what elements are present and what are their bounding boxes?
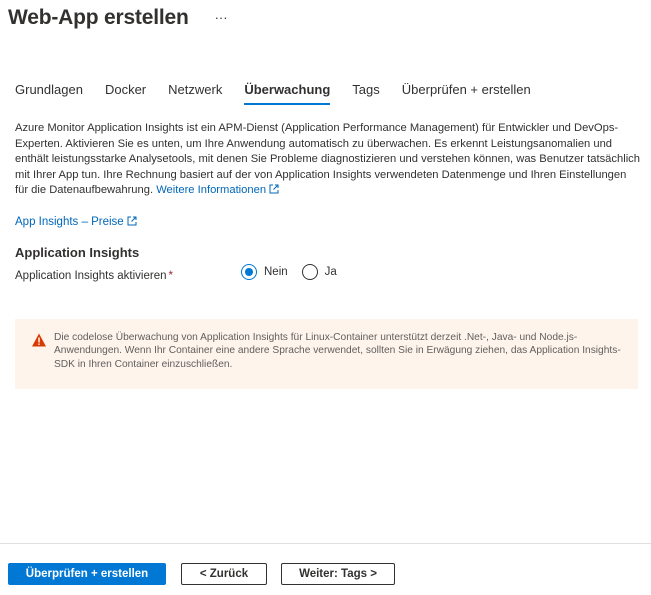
description: Azure Monitor Application Insights ist e… [15, 121, 640, 199]
app-insights-radio-group: Nein Ja [241, 264, 351, 280]
tab-docker[interactable]: Docker [105, 82, 146, 105]
tab-netzwerk[interactable]: Netzwerk [168, 82, 222, 105]
warning-icon [32, 333, 46, 347]
section-title: Application Insights [15, 245, 140, 260]
tab-ueberpruefen-erstellen[interactable]: Überprüfen + erstellen [402, 82, 531, 105]
field-label: Application Insights aktivieren * [15, 270, 173, 282]
required-indicator: * [168, 270, 173, 282]
header: Web-App erstellen ··· [8, 6, 232, 30]
radio-nein[interactable]: Nein [241, 264, 288, 280]
radio-ja[interactable]: Ja [301, 264, 337, 280]
footer: Überprüfen + erstellen < Zurück Weiter: … [0, 543, 651, 595]
radio-label-ja: Ja [324, 266, 337, 278]
tab-tags[interactable]: Tags [352, 82, 379, 105]
external-link-icon [269, 184, 279, 194]
radio-button-checked[interactable] [241, 264, 257, 280]
more-options-button[interactable]: ··· [211, 10, 232, 26]
page-title: Web-App erstellen [8, 6, 189, 29]
external-link-icon [127, 216, 137, 226]
review-create-button[interactable]: Überprüfen + erstellen [8, 563, 166, 585]
learn-more-link[interactable]: Weitere Informationen [156, 184, 279, 196]
radio-button-unchecked[interactable] [301, 264, 318, 280]
tab-ueberwachung[interactable]: Überwachung [244, 82, 331, 105]
description-text: Azure Monitor Application Insights ist e… [15, 122, 641, 197]
back-button[interactable]: < Zurück [181, 563, 267, 585]
warning-text: Die codelose Überwachung von Application… [54, 332, 621, 370]
warning-banner: Die codelose Überwachung von Application… [15, 319, 638, 389]
radio-label-nein: Nein [264, 266, 288, 278]
tab-grundlagen[interactable]: Grundlagen [15, 82, 83, 105]
tab-bar: Grundlagen Docker Netzwerk Überwachung T… [15, 82, 553, 105]
next-tags-button[interactable]: Weiter: Tags > [281, 563, 395, 585]
pricing-link[interactable]: App Insights – Preise [15, 216, 137, 228]
